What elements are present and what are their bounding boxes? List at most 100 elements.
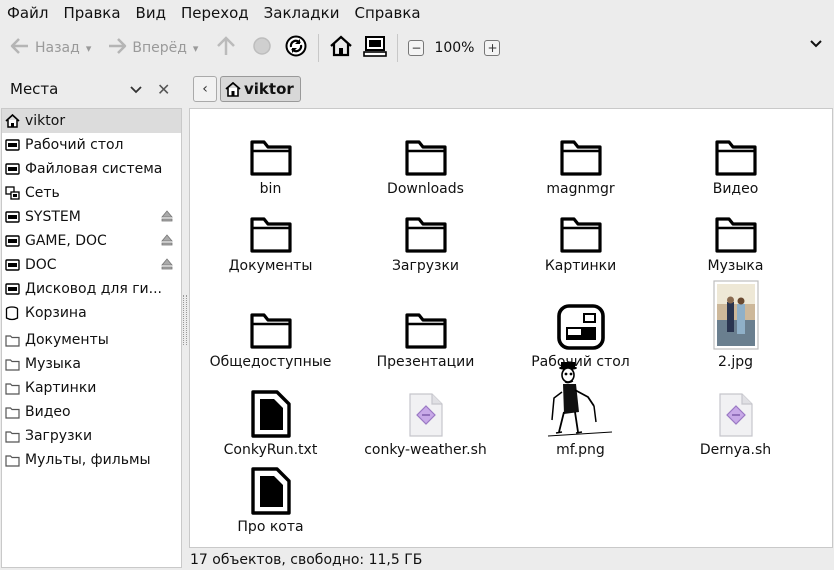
chevron-down-icon[interactable]: ▾ xyxy=(86,42,92,55)
sidebar-item[interactable]: Дисковод для ги... xyxy=(2,277,181,301)
sidebar-item-label: Загрузки xyxy=(25,428,93,444)
sidebar-item[interactable]: Документы xyxy=(2,328,181,352)
sidebar-item[interactable]: Видео xyxy=(2,400,181,424)
menu-file[interactable]: Файл xyxy=(0,0,55,26)
stop-button[interactable] xyxy=(246,32,278,64)
sidebar-item[interactable]: Файловая система xyxy=(2,157,181,181)
close-icon[interactable]: ✕ xyxy=(157,80,170,99)
sidebar-item[interactable]: Загрузки xyxy=(2,424,181,448)
sidebar-separator xyxy=(2,326,181,327)
file-item[interactable]: Музыка xyxy=(658,198,813,274)
eject-icon[interactable] xyxy=(161,210,173,226)
chevron-down-icon[interactable]: ▾ xyxy=(193,42,199,55)
sketch-icon xyxy=(545,362,617,438)
drive-icon xyxy=(4,257,20,273)
file-item[interactable]: ConkyRun.txt xyxy=(193,382,348,458)
menu-edit[interactable]: Правка xyxy=(55,0,127,26)
status-bar: 17 объектов, свободно: 11,5 ГБ xyxy=(190,552,423,568)
reload-icon xyxy=(285,35,307,61)
sidebar-item[interactable]: viktor xyxy=(2,109,181,133)
file-item[interactable]: magnmgr xyxy=(503,121,658,197)
menu-bookmarks[interactable]: Закладки xyxy=(256,0,347,26)
chevron-down-icon[interactable] xyxy=(130,82,142,98)
file-name: bin xyxy=(259,181,282,197)
folder-icon xyxy=(4,452,20,468)
desktop-icon xyxy=(545,270,617,350)
drive-icon xyxy=(4,161,20,177)
toolbar-separator xyxy=(318,34,320,62)
breadcrumb-label: viktor xyxy=(244,80,294,98)
file-name: Презентации xyxy=(376,354,475,370)
sidebar-item[interactable]: SYSTEM xyxy=(2,205,181,229)
sidebar-item[interactable]: Сеть xyxy=(2,181,181,205)
file-name: ConkyRun.txt xyxy=(223,442,318,458)
up-button[interactable] xyxy=(210,32,242,64)
file-name: 2.jpg xyxy=(717,354,754,370)
forward-arrow-icon xyxy=(107,38,127,58)
folder-icon xyxy=(700,198,772,254)
path-back-button[interactable]: ‹ xyxy=(193,76,217,102)
sidebar-item-label: Музыка xyxy=(25,356,81,372)
drive-icon xyxy=(4,281,20,297)
reload-button[interactable] xyxy=(280,32,312,64)
sidebar-item[interactable]: Корзина xyxy=(2,301,181,325)
menu-view[interactable]: Вид xyxy=(128,0,173,26)
file-name: magnmgr xyxy=(546,181,615,197)
file-item[interactable]: 2.jpg xyxy=(658,270,813,370)
photo-icon xyxy=(700,270,772,350)
drive-icon xyxy=(4,233,20,249)
sidebar-item-label: Корзина xyxy=(25,305,87,321)
file-item[interactable]: Загрузки xyxy=(348,198,503,274)
sidebar-item[interactable]: Картинки xyxy=(2,376,181,400)
sidebar-item[interactable]: DOC xyxy=(2,253,181,277)
home-button[interactable] xyxy=(325,32,357,64)
forward-label: Вперёд xyxy=(132,40,187,56)
sidebar-item-label: DOC xyxy=(25,257,57,273)
file-item[interactable]: Про кота xyxy=(193,459,348,535)
breadcrumb-home[interactable]: viktor xyxy=(220,76,301,102)
file-item[interactable]: Общедоступные xyxy=(193,270,348,370)
back-arrow-icon xyxy=(10,38,30,58)
menu-chevron-icon[interactable] xyxy=(808,36,824,52)
file-item[interactable]: Картинки xyxy=(503,198,658,274)
file-item[interactable]: mf.png xyxy=(503,362,658,458)
script-icon xyxy=(700,382,772,438)
file-name: Общедоступные xyxy=(209,354,332,370)
forward-button[interactable]: Вперёд ▾ xyxy=(103,32,202,64)
file-item[interactable]: Downloads xyxy=(348,121,503,197)
back-button[interactable]: Назад ▾ xyxy=(6,32,95,64)
sidebar-item[interactable]: Рабочий стол xyxy=(2,133,181,157)
sidebar-item[interactable]: Мульты, фильмы xyxy=(2,448,181,472)
trash-icon xyxy=(4,305,20,321)
sidebar-item[interactable]: Музыка xyxy=(2,352,181,376)
file-item[interactable]: Документы xyxy=(193,198,348,274)
file-item[interactable]: conky-weather.sh xyxy=(348,382,503,458)
file-item[interactable]: bin xyxy=(193,121,348,197)
up-icon xyxy=(216,35,236,61)
menu-help[interactable]: Справка xyxy=(346,0,427,26)
zoom-out-icon[interactable]: − xyxy=(408,40,425,56)
sidebar-item[interactable]: GAME, DOC xyxy=(2,229,181,253)
zoom-in-icon[interactable]: + xyxy=(484,40,501,56)
toolbar: Назад ▾ Вперёд ▾ − 100% + xyxy=(0,28,834,68)
file-item[interactable]: Презентации xyxy=(348,270,503,370)
sidebar-item-label: Видео xyxy=(25,404,71,420)
sidebar-item-label: Дисковод для ги... xyxy=(25,281,163,297)
folder-icon xyxy=(4,356,20,372)
file-item[interactable]: Видео xyxy=(658,121,813,197)
file-item[interactable]: Dernya.sh xyxy=(658,382,813,458)
sidebar-item-label: Мульты, фильмы xyxy=(25,452,151,468)
folder-icon xyxy=(4,380,20,396)
eject-icon[interactable] xyxy=(161,258,173,274)
pane-resize-handle[interactable] xyxy=(183,295,187,345)
folder-icon xyxy=(700,121,772,177)
file-item[interactable]: Рабочий стол xyxy=(503,270,658,370)
home-icon xyxy=(4,113,20,129)
folder-icon xyxy=(4,404,20,420)
eject-icon[interactable] xyxy=(161,234,173,250)
sidebar-header: Места ✕ xyxy=(0,76,182,102)
computer-button[interactable] xyxy=(359,32,391,64)
stop-icon xyxy=(252,36,272,60)
menu-go[interactable]: Переход xyxy=(173,0,256,26)
folder-icon xyxy=(390,121,462,177)
